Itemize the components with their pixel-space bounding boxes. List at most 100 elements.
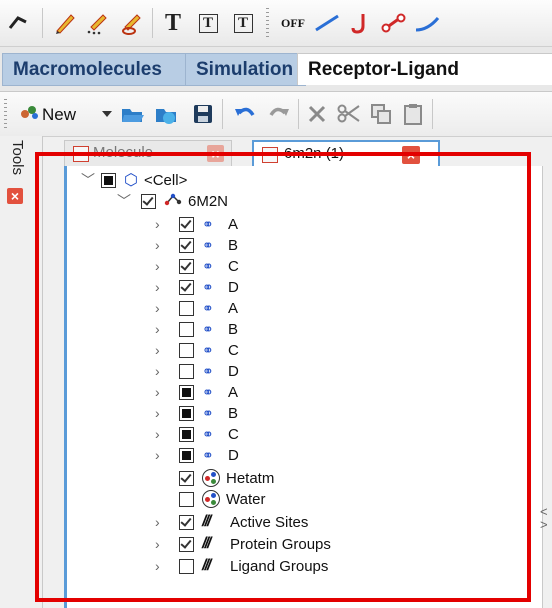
checkbox[interactable] [179,342,194,358]
checkbox[interactable] [179,363,194,379]
tree-node-chain[interactable]: › ⚭ A [155,298,238,318]
line-icon[interactable] [314,10,340,36]
dropdown-arrow-icon[interactable] [94,101,120,127]
checkbox[interactable] [179,300,194,316]
chevron-right-icon[interactable]: › [155,258,169,274]
chevron-right-icon[interactable]: › [155,536,169,552]
chain-link-icon: ⚭ [202,299,214,316]
tree-node-chain[interactable]: › ⚭ C [155,256,239,276]
chevron-right-icon[interactable]: › [155,300,169,316]
checkbox[interactable] [179,536,194,552]
tree-node-cell[interactable]: ﹀ ⬡ <Cell> [81,170,187,190]
checkbox[interactable] [101,172,116,188]
text-note-icon[interactable]: T [230,10,256,36]
tools-panel-label[interactable]: Tools [9,140,26,175]
group-hatch-icon: /// [202,535,211,552]
chevron-right-icon[interactable]: › [155,321,169,337]
share-folder-icon[interactable] [154,101,180,127]
chevron-right-icon[interactable]: › [155,514,169,530]
tree-node-chain[interactable]: › ⚭ B [155,235,238,255]
redo-icon[interactable] [266,101,292,127]
tree-node-chain[interactable]: › ⚭ B [155,319,238,339]
copy-icon[interactable] [368,101,394,127]
checkbox[interactable] [179,405,194,421]
cut-icon[interactable] [336,101,362,127]
tree-node-chain[interactable]: › ⚭ C [155,424,239,444]
chain-link-icon: ⚭ [202,341,214,358]
close-icon[interactable]: × [402,146,420,164]
toolbar-separator [42,8,43,38]
chevron-right-icon[interactable]: › [155,447,169,463]
open-folder-icon[interactable] [120,101,146,127]
close-icon[interactable]: × [207,145,224,162]
tree-node-water[interactable]: Water [155,489,265,509]
pointer-icon[interactable] [4,10,30,36]
checkbox[interactable] [179,258,194,274]
link-icon[interactable] [380,10,406,36]
tree-node-chain[interactable]: › ⚭ D [155,277,239,297]
checkbox[interactable] [179,558,194,574]
chevron-right-icon[interactable]: › [155,363,169,379]
checkbox[interactable] [179,216,194,232]
chevron-down-icon[interactable]: ﹀ [117,191,131,211]
chevron-right-icon[interactable]: › [155,279,169,295]
tab-simulation[interactable]: Simulation [185,53,306,86]
chevron-right-icon[interactable]: › [155,558,169,574]
chevron-right-icon[interactable]: › [155,426,169,442]
off-toggle-icon[interactable]: OFF [276,10,310,36]
chevron-right-icon[interactable]: › [155,342,169,358]
save-icon[interactable] [190,101,216,127]
chevron-down-icon[interactable]: ﹀ [81,170,95,190]
tree-node-chain[interactable]: › ⚭ A [155,382,238,402]
chevron-right-icon[interactable]: › [155,405,169,421]
chevron-right-icon[interactable]: › [155,384,169,400]
tree-node-ligand-groups[interactable]: › /// Ligand Groups [155,556,328,576]
delete-icon[interactable] [304,101,330,127]
new-icon [20,104,42,125]
close-icon[interactable]: × [7,188,23,204]
curve-icon[interactable] [414,10,440,36]
tree-label: Hetatm [226,469,275,487]
tree-node-chain[interactable]: › ⚭ D [155,445,239,465]
tree-node-chain[interactable]: › ⚭ A [155,214,238,234]
checkbox[interactable] [179,237,194,253]
tab-molecule[interactable]: Molecule × [64,140,232,168]
checkbox[interactable] [179,384,194,400]
pencil-dots-icon[interactable] [84,10,110,36]
checkbox[interactable] [179,426,194,442]
tree-label: B [228,236,239,254]
chevron-right-icon[interactable]: › [155,237,169,253]
paste-icon[interactable] [400,101,426,127]
undo-icon[interactable] [232,101,258,127]
molecule-doc-icon [262,147,278,163]
tree-label: Water [226,490,266,508]
checkbox[interactable] [179,447,194,463]
pencil-icon[interactable] [52,10,78,36]
checkbox[interactable] [141,193,156,209]
hook-icon[interactable] [348,10,374,36]
tree-label: A [228,383,239,401]
tree-node-chain[interactable]: › ⚭ B [155,403,238,423]
new-button[interactable]: New [20,104,76,125]
chain-link-icon: ⚭ [202,278,214,295]
checkbox[interactable] [179,514,194,530]
checkbox[interactable] [179,470,194,486]
tab-macromolecules[interactable]: Macromolecules [2,53,186,86]
panel-collapse-arrows[interactable]: < > [540,505,548,531]
checkbox[interactable] [179,279,194,295]
tree-node-chain[interactable]: › ⚭ D [155,361,239,381]
tab-6m2n[interactable]: 6m2n (1) × [252,140,440,168]
eraser-pencil-icon[interactable] [118,10,144,36]
text-box-label: T [198,13,218,33]
text-box-icon[interactable]: T [195,10,221,36]
tab-receptor-ligand[interactable]: Receptor-Ligand [297,53,552,85]
tree-node-active-sites[interactable]: › /// Active Sites [155,512,308,532]
chevron-right-icon[interactable]: › [155,216,169,232]
tree-node-chain[interactable]: › ⚭ C [155,340,239,360]
tree-node-hetatm[interactable]: Hetatm [155,468,274,488]
tree-node-protein-groups[interactable]: › /// Protein Groups [155,534,331,554]
tree-node-molecule[interactable]: ﹀ 6M2N [117,191,228,211]
text-icon[interactable]: T [160,10,186,36]
checkbox[interactable] [179,321,194,337]
checkbox[interactable] [179,491,194,507]
